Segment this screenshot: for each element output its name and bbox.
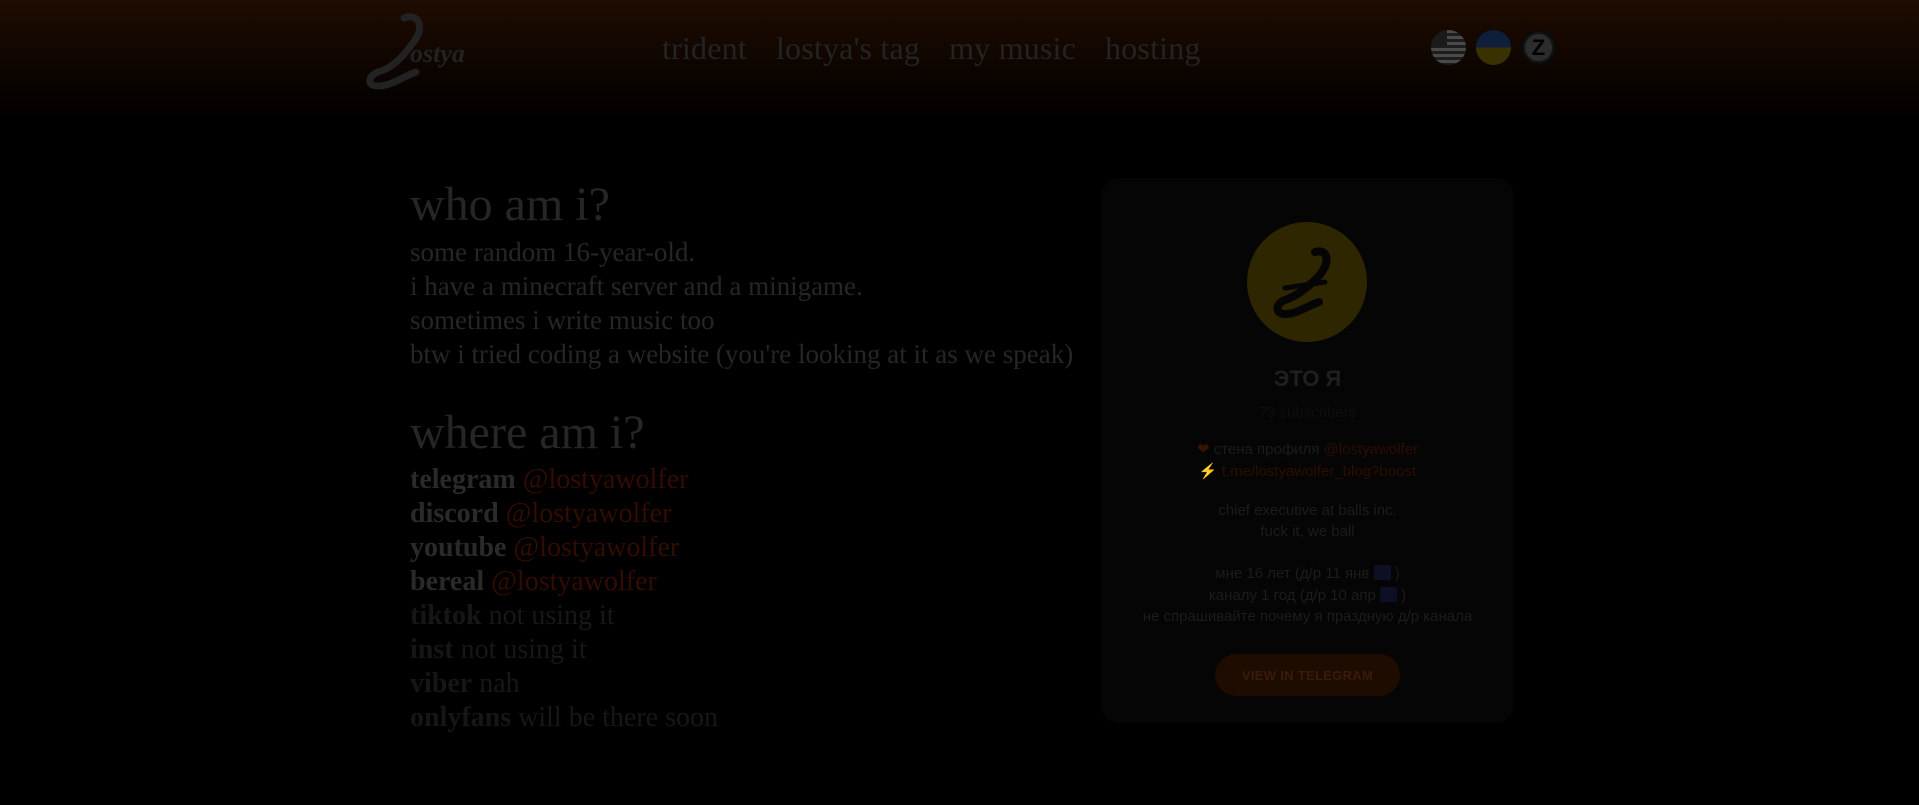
age-line: мне 16 лет (д/р 11 янв ) (1215, 565, 1400, 582)
about-title: who am i? (410, 178, 610, 231)
subscriber-count: 73 subscribers (1258, 404, 1357, 421)
social-label: bereal (410, 566, 485, 597)
view-in-telegram-button[interactable]: VIEW IN TELEGRAM (1215, 654, 1400, 696)
social-row-youtube: youtube @lostyawolfer (410, 531, 1090, 565)
nav-link-my-music[interactable]: my music (949, 30, 1076, 67)
wall-link[interactable]: @lostyawolfer (1324, 441, 1418, 458)
about-line: sometimes i write music too (410, 305, 715, 335)
lightning-icon: ⚡ (1198, 463, 1218, 480)
social-label: onlyfans (410, 702, 512, 733)
social-value: not using it (460, 634, 587, 665)
social-value: not using it (488, 600, 615, 631)
boost-link[interactable]: t.me/lostyawolfer_blog?boost (1222, 463, 1416, 480)
wall-line: ❤ стена профиля @lostyawolfer (1101, 440, 1514, 458)
ua-flag-icon[interactable] (1476, 30, 1511, 65)
social-row-onlyfans: onlyfans will be there soon (410, 701, 1090, 735)
social-value: will be there soon (518, 702, 718, 733)
heart-icon: ❤ (1196, 441, 1210, 458)
social-value: nah (479, 668, 520, 699)
bio-line: chief executive at balls inc. (1218, 502, 1397, 519)
social-row-discord: discord @lostyawolfer (410, 497, 1090, 531)
wall-text: стена профиля (1213, 441, 1320, 458)
social-label: inst (410, 634, 454, 665)
calendar-emoji-icon (1373, 565, 1391, 580)
social-label: telegram (410, 464, 516, 495)
about-line: btw i tried coding a website (you're loo… (410, 339, 1074, 369)
social-row-inst: inst not using it (410, 633, 1090, 667)
social-row-viber: viber nah (410, 667, 1090, 701)
where-title: where am i? (410, 406, 645, 459)
header: ostya trident lostya's tag my music host… (0, 0, 1919, 110)
language-switcher: Z (1431, 30, 1556, 65)
about-line: some random 16-year-old. (410, 237, 696, 267)
social-label: youtube (410, 532, 507, 563)
nav-link-hosting[interactable]: hosting (1105, 30, 1201, 67)
social-row-tiktok: tiktok not using it (410, 599, 1090, 633)
site-logo[interactable]: ostya (364, 10, 474, 90)
calendar-emoji-icon (1379, 587, 1397, 602)
about-line: i have a minecraft server and a minigame… (410, 271, 863, 301)
social-label: discord (410, 498, 499, 529)
svg-text:ostya: ostya (410, 39, 465, 68)
nav-link-trident[interactable]: trident (662, 30, 747, 67)
social-row-telegram: telegram @lostyawolfer (410, 463, 1090, 497)
telegram-link[interactable]: @lostyawolfer (523, 464, 689, 495)
nav-link-lostyas-tag[interactable]: lostya's tag (776, 30, 920, 67)
discord-link[interactable]: @lostyawolfer (506, 498, 672, 529)
avatar (1247, 222, 1367, 342)
social-label: viber (410, 668, 473, 699)
social-label: tiktok (410, 600, 482, 631)
boost-line: ⚡ t.me/lostyawolfer_blog?boost (1101, 462, 1514, 480)
note-line: не спрашивайте почему я праздную д/р кан… (1142, 608, 1473, 625)
channel-age-line: каналу 1 год (д/р 10 апр ) (1208, 587, 1407, 604)
telegram-profile-card: ЭТО Я 73 subscribers ❤ стена профиля @lo… (1101, 178, 1514, 723)
z-icon[interactable]: Z (1521, 30, 1556, 65)
channel-name: ЭТО Я (1273, 366, 1342, 391)
bio-line: fuck it, we ball (1260, 523, 1355, 540)
social-row-bereal: bereal @lostyawolfer (410, 565, 1090, 599)
logo-l-icon (1273, 247, 1331, 319)
bereal-link[interactable]: @lostyawolfer (491, 566, 657, 597)
about-section: who am i? some random 16-year-old. i hav… (410, 175, 1090, 735)
main-nav: trident lostya's tag my music hosting (662, 30, 1201, 67)
where-section: where am i? telegram @lostyawolfer disco… (410, 403, 1090, 735)
youtube-link[interactable]: @lostyawolfer (513, 532, 679, 563)
us-flag-icon[interactable] (1431, 30, 1466, 65)
